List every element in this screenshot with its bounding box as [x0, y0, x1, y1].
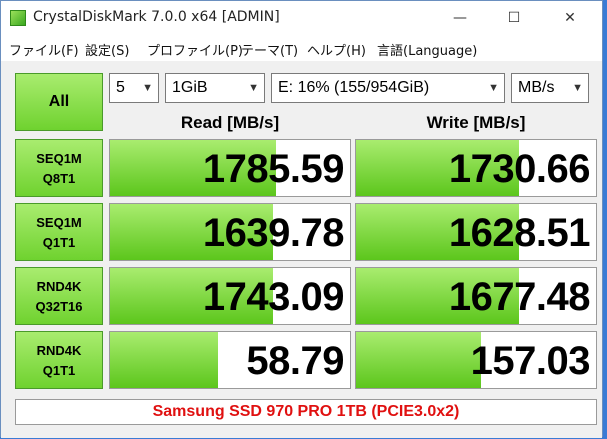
read-result-cell: 1743.09	[109, 267, 351, 325]
read-result-cell: 58.79	[109, 331, 351, 389]
minimize-button[interactable]: —	[437, 1, 483, 35]
write-result-value: 1730.66	[448, 147, 591, 191]
comment-field[interactable]: Samsung SSD 970 PRO 1TB (PCIE3.0x2)	[15, 399, 597, 425]
test-button-seq1m-q8t1[interactable]: SEQ1M Q8T1	[15, 139, 103, 197]
menu-settings[interactable]: 設定(S)	[85, 40, 129, 59]
write-result-cell: 1677.48	[355, 267, 597, 325]
test-label-line1: RND4K	[36, 279, 82, 294]
drive-select[interactable]: E: 16% (155/954GiB) ▼	[271, 73, 505, 103]
menu-file[interactable]: ファイル(F)	[9, 40, 79, 59]
main-panel: All 5 ▼ 1GiB ▼ E: 16% (155/954GiB) ▼ MB/…	[1, 61, 602, 438]
write-header: Write [MB/s]	[426, 113, 526, 132]
size-value: 1GiB	[172, 79, 208, 96]
read-result-value: 1743.09	[202, 275, 345, 319]
app-icon	[10, 10, 26, 26]
write-progress-fill	[356, 332, 481, 388]
count-select[interactable]: 5 ▼	[109, 73, 159, 103]
chevron-down-icon: ▼	[248, 82, 259, 94]
test-label-line2: Q1T1	[42, 235, 76, 250]
write-result-value: 1677.48	[448, 275, 591, 319]
read-result-value: 58.79	[246, 339, 344, 383]
unit-select[interactable]: MB/s ▼	[511, 73, 589, 103]
write-result-cell: 1730.66	[355, 139, 597, 197]
close-button[interactable]: ✕	[547, 1, 593, 35]
write-result-value: 157.03	[470, 339, 591, 383]
read-result-cell: 1785.59	[109, 139, 351, 197]
menu-language[interactable]: 言語(Language)	[377, 40, 477, 59]
app-window: CrystalDiskMark 7.0.0 x64 [ADMIN] — ☐ ✕ …	[0, 0, 603, 438]
menu-help[interactable]: ヘルプ(H)	[307, 40, 366, 59]
test-label-line2: Q8T1	[42, 171, 76, 186]
test-button-seq1m-q1t1[interactable]: SEQ1M Q1T1	[15, 203, 103, 261]
test-label-line1: SEQ1M	[36, 215, 82, 230]
size-select[interactable]: 1GiB ▼	[165, 73, 265, 103]
maximize-button[interactable]: ☐	[491, 1, 537, 35]
window-title: CrystalDiskMark 7.0.0 x64 [ADMIN]	[33, 9, 280, 25]
drive-value: E: 16% (155/954GiB)	[278, 79, 430, 96]
test-label-line1: RND4K	[36, 343, 82, 358]
test-button-rnd4k-q1t1[interactable]: RND4K Q1T1	[15, 331, 103, 389]
test-label-line2: Q1T1	[42, 363, 76, 378]
write-result-cell: 157.03	[355, 331, 597, 389]
read-result-value: 1785.59	[202, 147, 345, 191]
test-label-line2: Q32T16	[35, 299, 83, 314]
menu-bar: ファイル(F) 設定(S) プロファイル(P) テーマ(T) ヘルプ(H) 言語…	[1, 35, 602, 61]
test-button-rnd4k-q32t16[interactable]: RND4K Q32T16	[15, 267, 103, 325]
read-result-value: 1639.78	[202, 211, 345, 255]
all-button[interactable]: All	[15, 73, 103, 131]
chevron-down-icon: ▼	[572, 82, 583, 94]
menu-profile[interactable]: プロファイル(P)	[147, 40, 243, 59]
test-label-line1: SEQ1M	[36, 151, 82, 166]
title-bar[interactable]: CrystalDiskMark 7.0.0 x64 [ADMIN] — ☐ ✕	[1, 1, 602, 35]
read-progress-fill	[110, 332, 218, 388]
unit-value: MB/s	[518, 79, 555, 96]
read-result-cell: 1639.78	[109, 203, 351, 261]
write-result-value: 1628.51	[448, 211, 591, 255]
chevron-down-icon: ▼	[142, 82, 153, 94]
read-header: Read [MB/s]	[180, 113, 280, 132]
write-result-cell: 1628.51	[355, 203, 597, 261]
chevron-down-icon: ▼	[488, 82, 499, 94]
menu-theme[interactable]: テーマ(T)	[241, 40, 298, 59]
count-value: 5	[116, 79, 125, 96]
